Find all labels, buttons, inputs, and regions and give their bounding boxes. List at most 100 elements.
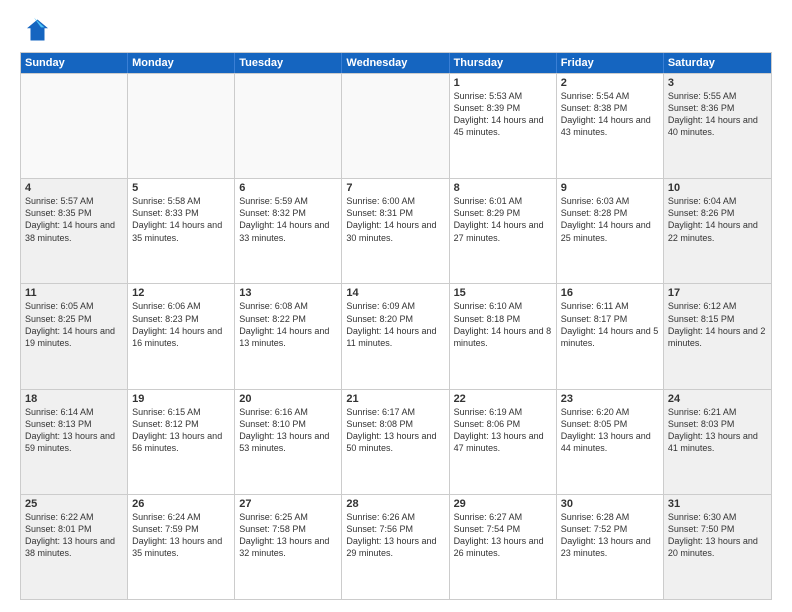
day-info: Sunrise: 6:08 AM Sunset: 8:22 PM Dayligh… bbox=[239, 300, 337, 349]
day-number: 31 bbox=[668, 498, 767, 510]
day-number: 6 bbox=[239, 182, 337, 194]
day-info: Sunrise: 6:16 AM Sunset: 8:10 PM Dayligh… bbox=[239, 406, 337, 455]
calendar-row-2: 4Sunrise: 5:57 AM Sunset: 8:35 PM Daylig… bbox=[21, 178, 771, 283]
day-info: Sunrise: 6:26 AM Sunset: 7:56 PM Dayligh… bbox=[346, 511, 444, 560]
day-cell-9: 9Sunrise: 6:03 AM Sunset: 8:28 PM Daylig… bbox=[557, 179, 664, 283]
header-day-monday: Monday bbox=[128, 53, 235, 73]
day-info: Sunrise: 6:14 AM Sunset: 8:13 PM Dayligh… bbox=[25, 406, 123, 455]
day-number: 23 bbox=[561, 393, 659, 405]
day-info: Sunrise: 6:01 AM Sunset: 8:29 PM Dayligh… bbox=[454, 195, 552, 244]
day-info: Sunrise: 5:57 AM Sunset: 8:35 PM Dayligh… bbox=[25, 195, 123, 244]
logo bbox=[20, 16, 52, 44]
day-number: 21 bbox=[346, 393, 444, 405]
day-cell-8: 8Sunrise: 6:01 AM Sunset: 8:29 PM Daylig… bbox=[450, 179, 557, 283]
day-number: 19 bbox=[132, 393, 230, 405]
day-cell-25: 25Sunrise: 6:22 AM Sunset: 8:01 PM Dayli… bbox=[21, 495, 128, 599]
day-info: Sunrise: 6:28 AM Sunset: 7:52 PM Dayligh… bbox=[561, 511, 659, 560]
day-cell-13: 13Sunrise: 6:08 AM Sunset: 8:22 PM Dayli… bbox=[235, 284, 342, 388]
day-cell-14: 14Sunrise: 6:09 AM Sunset: 8:20 PM Dayli… bbox=[342, 284, 449, 388]
day-number: 12 bbox=[132, 287, 230, 299]
day-info: Sunrise: 5:53 AM Sunset: 8:39 PM Dayligh… bbox=[454, 90, 552, 139]
empty-cell bbox=[235, 74, 342, 178]
day-info: Sunrise: 6:30 AM Sunset: 7:50 PM Dayligh… bbox=[668, 511, 767, 560]
day-info: Sunrise: 6:06 AM Sunset: 8:23 PM Dayligh… bbox=[132, 300, 230, 349]
day-number: 3 bbox=[668, 77, 767, 89]
day-cell-23: 23Sunrise: 6:20 AM Sunset: 8:05 PM Dayli… bbox=[557, 390, 664, 494]
calendar-row-5: 25Sunrise: 6:22 AM Sunset: 8:01 PM Dayli… bbox=[21, 494, 771, 599]
day-cell-21: 21Sunrise: 6:17 AM Sunset: 8:08 PM Dayli… bbox=[342, 390, 449, 494]
day-number: 13 bbox=[239, 287, 337, 299]
empty-cell bbox=[342, 74, 449, 178]
day-info: Sunrise: 6:03 AM Sunset: 8:28 PM Dayligh… bbox=[561, 195, 659, 244]
day-cell-6: 6Sunrise: 5:59 AM Sunset: 8:32 PM Daylig… bbox=[235, 179, 342, 283]
day-info: Sunrise: 6:04 AM Sunset: 8:26 PM Dayligh… bbox=[668, 195, 767, 244]
day-cell-20: 20Sunrise: 6:16 AM Sunset: 8:10 PM Dayli… bbox=[235, 390, 342, 494]
header-day-saturday: Saturday bbox=[664, 53, 771, 73]
calendar-header: SundayMondayTuesdayWednesdayThursdayFrid… bbox=[21, 53, 771, 73]
day-number: 27 bbox=[239, 498, 337, 510]
calendar: SundayMondayTuesdayWednesdayThursdayFrid… bbox=[20, 52, 772, 600]
calendar-body: 1Sunrise: 5:53 AM Sunset: 8:39 PM Daylig… bbox=[21, 73, 771, 599]
day-number: 17 bbox=[668, 287, 767, 299]
calendar-row-3: 11Sunrise: 6:05 AM Sunset: 8:25 PM Dayli… bbox=[21, 283, 771, 388]
header-day-friday: Friday bbox=[557, 53, 664, 73]
day-number: 30 bbox=[561, 498, 659, 510]
day-info: Sunrise: 6:21 AM Sunset: 8:03 PM Dayligh… bbox=[668, 406, 767, 455]
day-number: 26 bbox=[132, 498, 230, 510]
day-info: Sunrise: 6:17 AM Sunset: 8:08 PM Dayligh… bbox=[346, 406, 444, 455]
day-number: 24 bbox=[668, 393, 767, 405]
day-cell-7: 7Sunrise: 6:00 AM Sunset: 8:31 PM Daylig… bbox=[342, 179, 449, 283]
day-cell-4: 4Sunrise: 5:57 AM Sunset: 8:35 PM Daylig… bbox=[21, 179, 128, 283]
day-number: 18 bbox=[25, 393, 123, 405]
day-number: 8 bbox=[454, 182, 552, 194]
day-info: Sunrise: 5:58 AM Sunset: 8:33 PM Dayligh… bbox=[132, 195, 230, 244]
day-info: Sunrise: 6:22 AM Sunset: 8:01 PM Dayligh… bbox=[25, 511, 123, 560]
day-number: 1 bbox=[454, 77, 552, 89]
day-cell-2: 2Sunrise: 5:54 AM Sunset: 8:38 PM Daylig… bbox=[557, 74, 664, 178]
day-cell-10: 10Sunrise: 6:04 AM Sunset: 8:26 PM Dayli… bbox=[664, 179, 771, 283]
page-header bbox=[20, 16, 772, 44]
day-number: 16 bbox=[561, 287, 659, 299]
day-number: 9 bbox=[561, 182, 659, 194]
calendar-row-4: 18Sunrise: 6:14 AM Sunset: 8:13 PM Dayli… bbox=[21, 389, 771, 494]
day-info: Sunrise: 6:00 AM Sunset: 8:31 PM Dayligh… bbox=[346, 195, 444, 244]
day-cell-15: 15Sunrise: 6:10 AM Sunset: 8:18 PM Dayli… bbox=[450, 284, 557, 388]
day-info: Sunrise: 6:20 AM Sunset: 8:05 PM Dayligh… bbox=[561, 406, 659, 455]
day-cell-26: 26Sunrise: 6:24 AM Sunset: 7:59 PM Dayli… bbox=[128, 495, 235, 599]
day-info: Sunrise: 6:11 AM Sunset: 8:17 PM Dayligh… bbox=[561, 300, 659, 349]
day-cell-18: 18Sunrise: 6:14 AM Sunset: 8:13 PM Dayli… bbox=[21, 390, 128, 494]
day-cell-19: 19Sunrise: 6:15 AM Sunset: 8:12 PM Dayli… bbox=[128, 390, 235, 494]
day-info: Sunrise: 6:10 AM Sunset: 8:18 PM Dayligh… bbox=[454, 300, 552, 349]
day-cell-17: 17Sunrise: 6:12 AM Sunset: 8:15 PM Dayli… bbox=[664, 284, 771, 388]
day-cell-11: 11Sunrise: 6:05 AM Sunset: 8:25 PM Dayli… bbox=[21, 284, 128, 388]
day-number: 28 bbox=[346, 498, 444, 510]
day-number: 15 bbox=[454, 287, 552, 299]
day-number: 2 bbox=[561, 77, 659, 89]
empty-cell bbox=[21, 74, 128, 178]
day-number: 7 bbox=[346, 182, 444, 194]
day-cell-27: 27Sunrise: 6:25 AM Sunset: 7:58 PM Dayli… bbox=[235, 495, 342, 599]
day-number: 10 bbox=[668, 182, 767, 194]
day-cell-22: 22Sunrise: 6:19 AM Sunset: 8:06 PM Dayli… bbox=[450, 390, 557, 494]
day-number: 22 bbox=[454, 393, 552, 405]
header-day-wednesday: Wednesday bbox=[342, 53, 449, 73]
day-cell-1: 1Sunrise: 5:53 AM Sunset: 8:39 PM Daylig… bbox=[450, 74, 557, 178]
day-cell-31: 31Sunrise: 6:30 AM Sunset: 7:50 PM Dayli… bbox=[664, 495, 771, 599]
day-info: Sunrise: 6:25 AM Sunset: 7:58 PM Dayligh… bbox=[239, 511, 337, 560]
header-day-thursday: Thursday bbox=[450, 53, 557, 73]
day-info: Sunrise: 6:19 AM Sunset: 8:06 PM Dayligh… bbox=[454, 406, 552, 455]
day-number: 14 bbox=[346, 287, 444, 299]
header-day-tuesday: Tuesday bbox=[235, 53, 342, 73]
day-cell-30: 30Sunrise: 6:28 AM Sunset: 7:52 PM Dayli… bbox=[557, 495, 664, 599]
day-info: Sunrise: 6:15 AM Sunset: 8:12 PM Dayligh… bbox=[132, 406, 230, 455]
calendar-row-1: 1Sunrise: 5:53 AM Sunset: 8:39 PM Daylig… bbox=[21, 73, 771, 178]
day-cell-12: 12Sunrise: 6:06 AM Sunset: 8:23 PM Dayli… bbox=[128, 284, 235, 388]
day-number: 5 bbox=[132, 182, 230, 194]
day-cell-28: 28Sunrise: 6:26 AM Sunset: 7:56 PM Dayli… bbox=[342, 495, 449, 599]
day-number: 25 bbox=[25, 498, 123, 510]
empty-cell bbox=[128, 74, 235, 178]
day-cell-3: 3Sunrise: 5:55 AM Sunset: 8:36 PM Daylig… bbox=[664, 74, 771, 178]
day-number: 20 bbox=[239, 393, 337, 405]
logo-icon bbox=[20, 16, 48, 44]
day-cell-24: 24Sunrise: 6:21 AM Sunset: 8:03 PM Dayli… bbox=[664, 390, 771, 494]
